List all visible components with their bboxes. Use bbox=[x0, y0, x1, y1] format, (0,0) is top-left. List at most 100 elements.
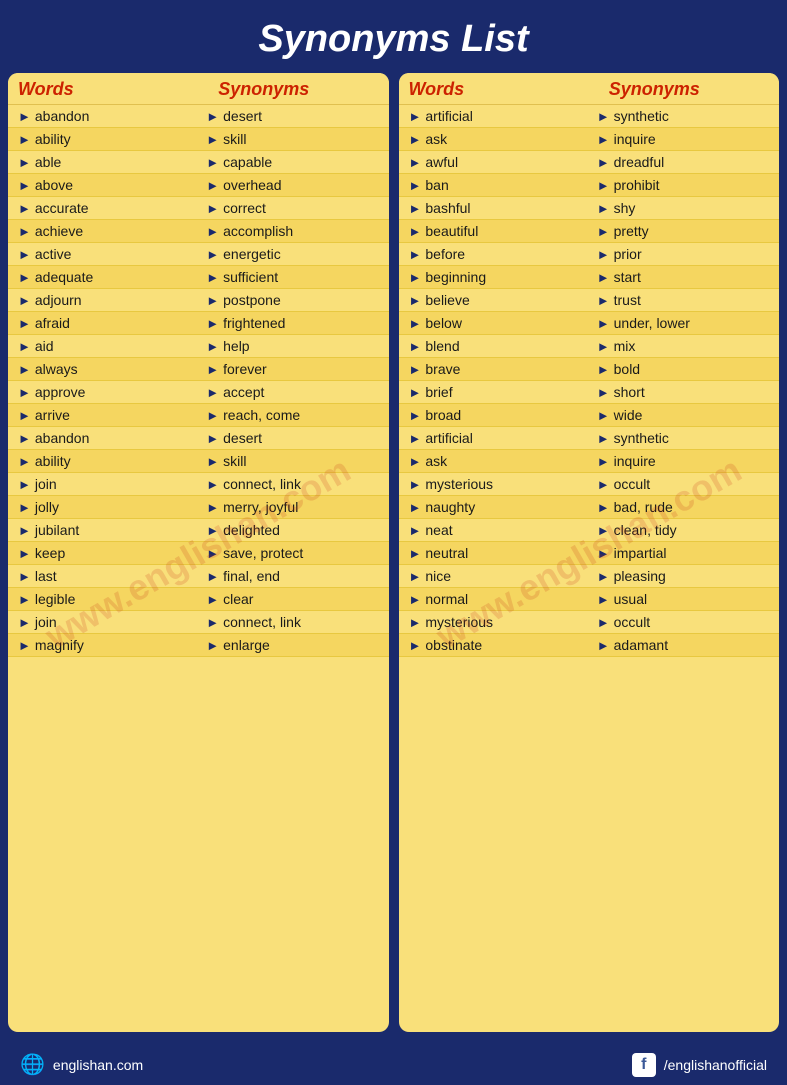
synonym-cell: ► usual bbox=[589, 591, 769, 607]
table-row: ► adequate ► sufficient bbox=[8, 266, 389, 289]
table-row: ► ask ► inquire bbox=[399, 450, 780, 473]
word-label: keep bbox=[35, 545, 65, 561]
word-cell: ► broad bbox=[409, 407, 589, 423]
synonym-cell: ► accomplish bbox=[198, 223, 378, 239]
arrow-icon: ► bbox=[597, 270, 610, 285]
synonym-label: skill bbox=[223, 131, 246, 147]
word-label: mysterious bbox=[425, 476, 493, 492]
word-label: join bbox=[35, 476, 57, 492]
arrow-icon: ► bbox=[18, 638, 31, 653]
table-row: ► active ► energetic bbox=[8, 243, 389, 266]
word-label: above bbox=[35, 177, 73, 193]
arrow-icon: ► bbox=[18, 132, 31, 147]
arrow-icon: ► bbox=[18, 385, 31, 400]
arrow-icon: ► bbox=[597, 500, 610, 515]
arrow-icon: ► bbox=[206, 293, 219, 308]
synonym-label: occult bbox=[614, 614, 651, 630]
arrow-icon: ► bbox=[597, 316, 610, 331]
arrow-icon: ► bbox=[409, 247, 422, 262]
word-cell: ► below bbox=[409, 315, 589, 331]
synonym-cell: ► trust bbox=[589, 292, 769, 308]
facebook-icon: f bbox=[632, 1053, 656, 1077]
arrow-icon: ► bbox=[409, 592, 422, 607]
synonym-cell: ► desert bbox=[198, 430, 378, 446]
table-row: ► ask ► inquire bbox=[399, 128, 780, 151]
word-label: believe bbox=[425, 292, 469, 308]
arrow-icon: ► bbox=[409, 201, 422, 216]
left-table-header: Words Synonyms bbox=[8, 73, 389, 105]
word-label: neutral bbox=[425, 545, 468, 561]
synonym-label: merry, joyful bbox=[223, 499, 298, 515]
footer-website: 🌐 englishan.com bbox=[20, 1052, 143, 1077]
table-row: ► normal ► usual bbox=[399, 588, 780, 611]
word-label: last bbox=[35, 568, 57, 584]
synonym-label: energetic bbox=[223, 246, 281, 262]
arrow-icon: ► bbox=[597, 615, 610, 630]
word-label: ban bbox=[425, 177, 448, 193]
table-row: ► able ► capable bbox=[8, 151, 389, 174]
arrow-icon: ► bbox=[409, 615, 422, 630]
word-label: ask bbox=[425, 131, 447, 147]
word-label: before bbox=[425, 246, 465, 262]
page-title: Synonyms List bbox=[0, 0, 787, 73]
synonym-label: pleasing bbox=[614, 568, 666, 584]
word-label: broad bbox=[425, 407, 461, 423]
synonym-label: trust bbox=[614, 292, 641, 308]
right-synonyms-header: Synonyms bbox=[589, 79, 769, 100]
table-row: ► join ► connect, link bbox=[8, 473, 389, 496]
social-label: /englishanofficial bbox=[664, 1057, 767, 1073]
word-cell: ► jubilant bbox=[18, 522, 198, 538]
table-row: ► above ► overhead bbox=[8, 174, 389, 197]
synonym-label: under, lower bbox=[614, 315, 690, 331]
arrow-icon: ► bbox=[206, 316, 219, 331]
word-label: magnify bbox=[35, 637, 84, 653]
synonym-label: reach, come bbox=[223, 407, 300, 423]
table-row: ► mysterious ► occult bbox=[399, 611, 780, 634]
word-cell: ► artificial bbox=[409, 108, 589, 124]
synonym-label: usual bbox=[614, 591, 647, 607]
synonym-label: prior bbox=[614, 246, 642, 262]
synonym-cell: ► under, lower bbox=[589, 315, 769, 331]
left-words-header: Words bbox=[18, 79, 198, 100]
word-label: abandon bbox=[35, 430, 90, 446]
word-label: afraid bbox=[35, 315, 70, 331]
word-label: beginning bbox=[425, 269, 486, 285]
left-table-body: ► abandon ► desert ► ability ► skill ► a… bbox=[8, 105, 389, 657]
synonym-label: start bbox=[614, 269, 641, 285]
table-row: ► brief ► short bbox=[399, 381, 780, 404]
arrow-icon: ► bbox=[597, 477, 610, 492]
arrow-icon: ► bbox=[597, 247, 610, 262]
synonym-label: inquire bbox=[614, 131, 656, 147]
word-cell: ► believe bbox=[409, 292, 589, 308]
table-row: ► neat ► clean, tidy bbox=[399, 519, 780, 542]
table-row: ► broad ► wide bbox=[399, 404, 780, 427]
footer-social: f /englishanofficial bbox=[632, 1053, 767, 1077]
right-table: Words Synonyms ► artificial ► synthetic … bbox=[399, 73, 780, 1032]
arrow-icon: ► bbox=[409, 339, 422, 354]
word-cell: ► nice bbox=[409, 568, 589, 584]
arrow-icon: ► bbox=[18, 592, 31, 607]
arrow-icon: ► bbox=[206, 408, 219, 423]
arrow-icon: ► bbox=[597, 293, 610, 308]
word-label: achieve bbox=[35, 223, 83, 239]
synonym-cell: ► occult bbox=[589, 614, 769, 630]
word-cell: ► above bbox=[18, 177, 198, 193]
arrow-icon: ► bbox=[597, 638, 610, 653]
synonym-label: adamant bbox=[614, 637, 668, 653]
table-row: ► below ► under, lower bbox=[399, 312, 780, 335]
synonym-cell: ► skill bbox=[198, 453, 378, 469]
table-row: ► ability ► skill bbox=[8, 450, 389, 473]
arrow-icon: ► bbox=[597, 523, 610, 538]
arrow-icon: ► bbox=[409, 362, 422, 377]
word-label: legible bbox=[35, 591, 75, 607]
synonym-label: postpone bbox=[223, 292, 281, 308]
synonym-cell: ► sufficient bbox=[198, 269, 378, 285]
arrow-icon: ► bbox=[206, 477, 219, 492]
arrow-icon: ► bbox=[18, 201, 31, 216]
arrow-icon: ► bbox=[206, 155, 219, 170]
synonym-cell: ► prohibit bbox=[589, 177, 769, 193]
arrow-icon: ► bbox=[18, 178, 31, 193]
right-table-body: ► artificial ► synthetic ► ask ► inquire… bbox=[399, 105, 780, 657]
word-label: approve bbox=[35, 384, 86, 400]
word-cell: ► always bbox=[18, 361, 198, 377]
